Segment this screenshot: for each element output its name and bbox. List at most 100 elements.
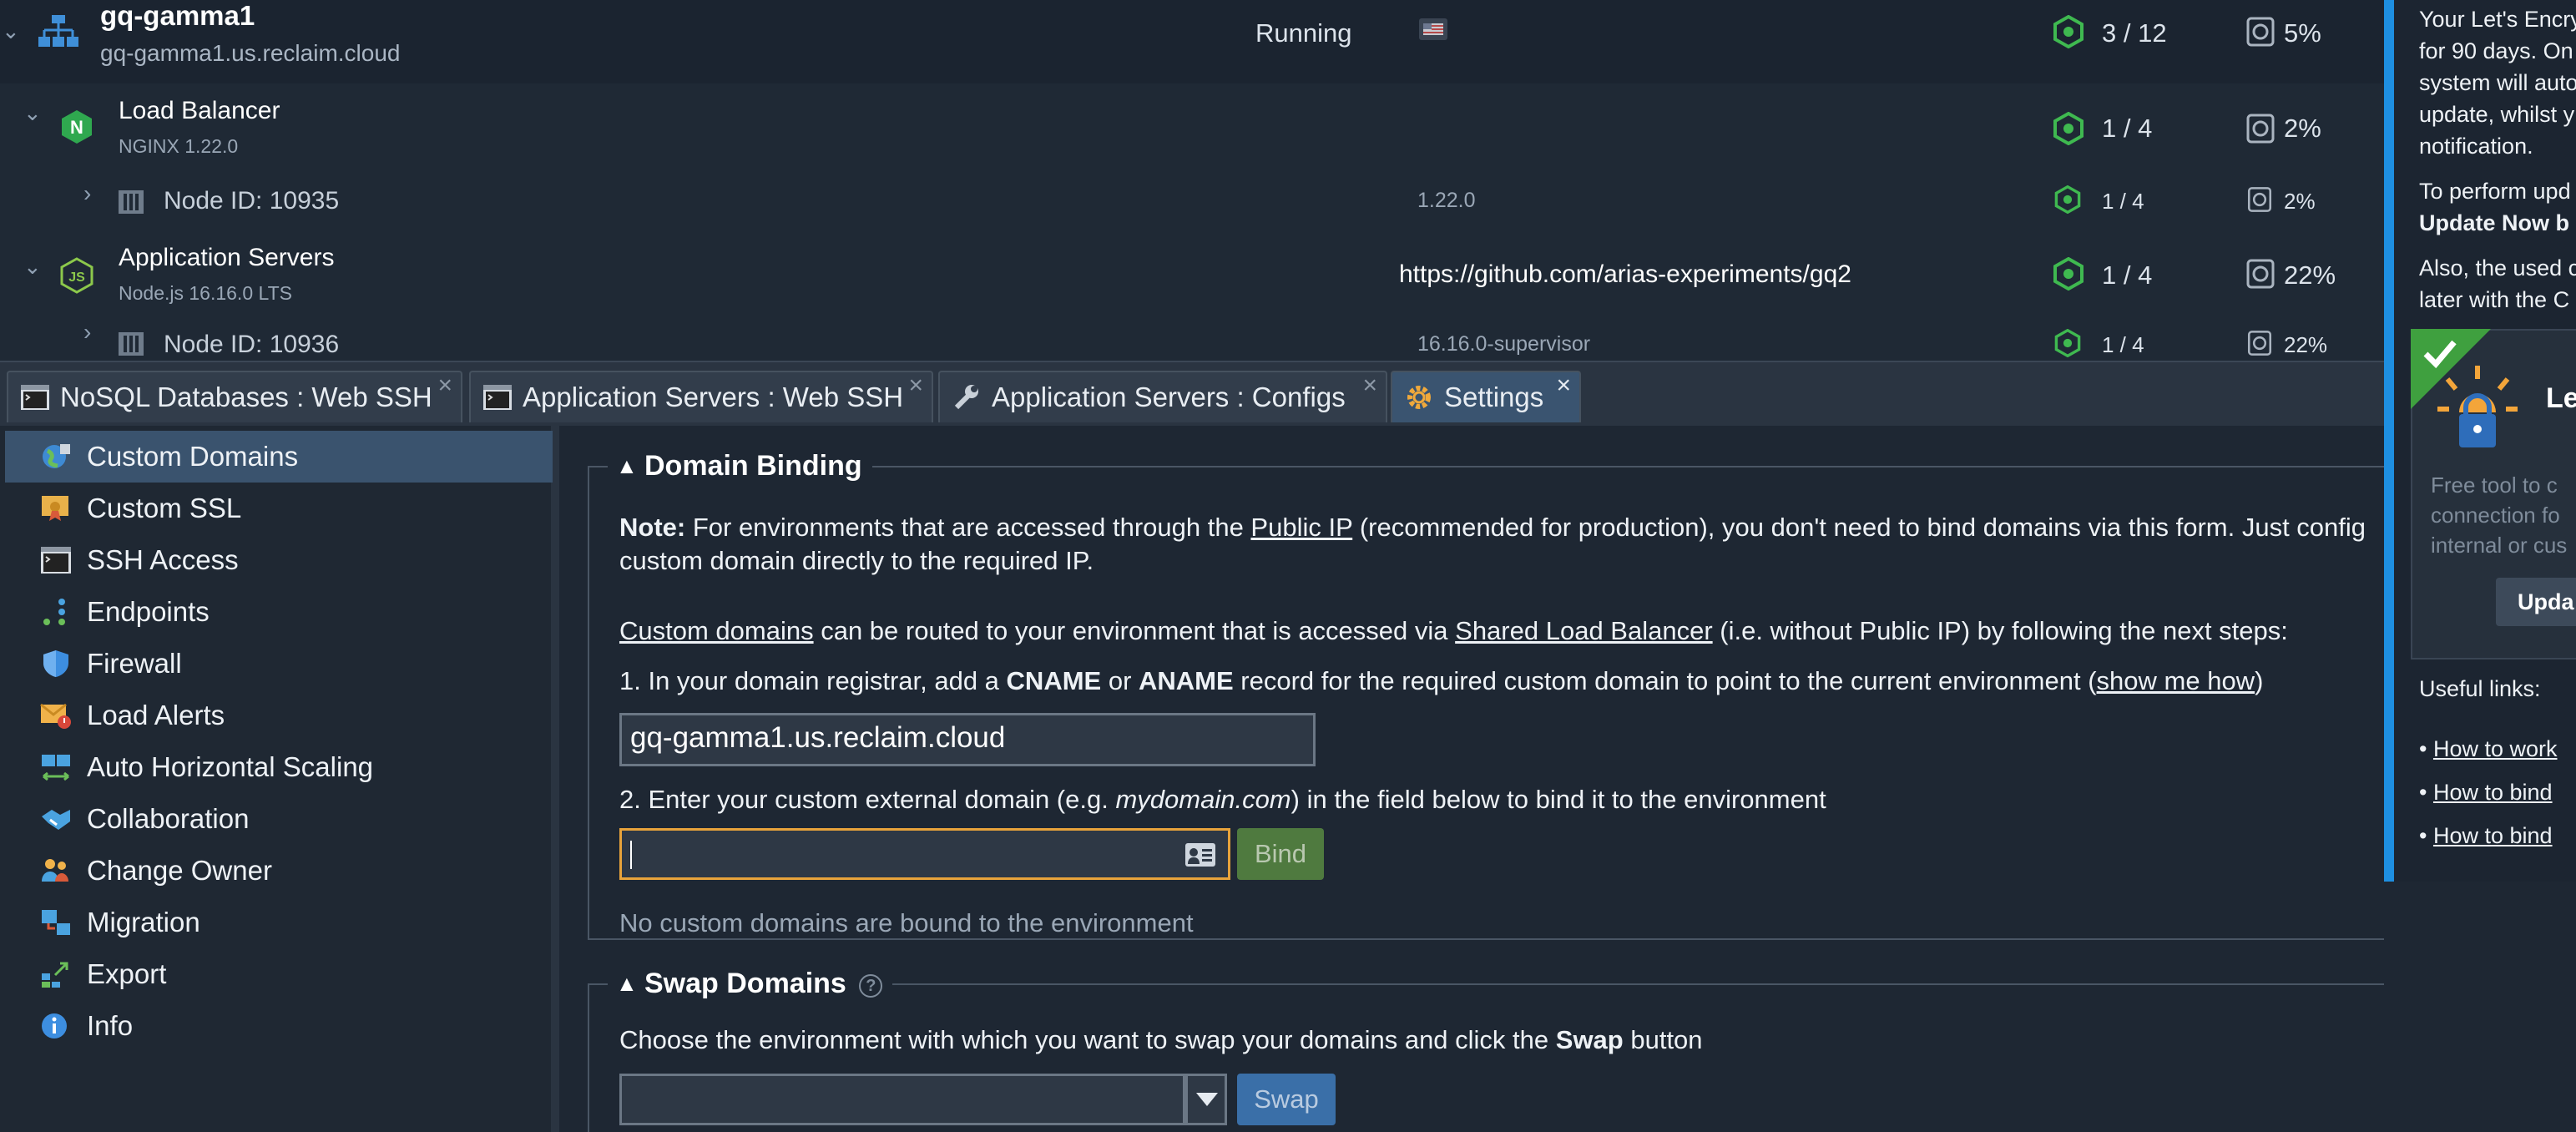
contact-card-icon[interactable] — [1184, 842, 1216, 867]
collapse-triangle-icon[interactable]: ▲ — [616, 967, 638, 1000]
close-icon[interactable]: × — [908, 361, 923, 411]
useful-link[interactable]: • How to bind — [2419, 776, 2576, 808]
disk-icon — [2246, 259, 2275, 289]
node-server-icon — [119, 332, 144, 356]
disk-icon — [2246, 114, 2275, 144]
alert-mail-icon — [40, 703, 71, 729]
node-row[interactable]: › Node ID: 10936 16.16.0-supervisor 1 / … — [0, 319, 2386, 361]
card-text: Free tool to c — [2431, 473, 2558, 498]
chevron-down-icon[interactable]: ⌄ — [23, 100, 42, 126]
step2-text: 2. Enter your custom external domain (e.… — [619, 785, 1826, 814]
sidebar-item-export[interactable]: Export — [5, 948, 553, 1000]
sidebar-item-collaboration[interactable]: Collaboration — [5, 793, 553, 845]
info-line: later with the C — [2419, 287, 2570, 312]
migration-icon — [42, 910, 70, 935]
sidebar-item-endpoints[interactable]: Endpoints — [5, 586, 553, 638]
tab-label: NoSQL Databases : Web SSH — [60, 382, 432, 412]
sidebar-item-label: Migration — [87, 907, 200, 937]
swap-domains-header[interactable]: ▲ Swap Domains ? — [608, 967, 893, 1000]
env-domain-link[interactable]: gq-gamma1.us.reclaim.cloud — [100, 40, 401, 67]
domain-binding-header[interactable]: ▲ Domain Binding — [608, 449, 872, 483]
env-row[interactable]: ⌄ gq-gamma1 gq-gamma1.us.reclaim.cloud R… — [0, 0, 2386, 83]
sidebar-item-custom-domains[interactable]: Custom Domains — [5, 431, 553, 483]
node-server-icon — [119, 190, 144, 214]
sidebar-item-ssh-access[interactable]: SSH Access — [5, 534, 553, 586]
select-dropdown-button[interactable] — [1185, 1074, 1227, 1125]
node-row[interactable]: › Node ID: 10935 1.22.0 1 / 4 2% — [0, 165, 2386, 237]
routing-paragraph: Custom domains can be routed to your env… — [619, 616, 2288, 645]
swap-button[interactable]: Swap — [1237, 1074, 1336, 1125]
close-icon[interactable]: × — [1362, 361, 1377, 411]
node-id[interactable]: Node ID: 10936 — [164, 331, 339, 359]
tab-app-servers-web-ssh[interactable]: Application Servers : Web SSH × — [469, 371, 933, 422]
useful-link[interactable]: • How to bind — [2419, 820, 2576, 852]
sidebar-item-load-alerts[interactable]: Load Alerts — [5, 690, 553, 741]
text-cursor — [630, 841, 632, 869]
sidebar-item-change-owner[interactable]: Change Owner — [5, 845, 553, 897]
env-nodes-count: 3 / 12 — [2102, 18, 2167, 48]
bind-button[interactable]: Bind — [1237, 828, 1324, 880]
lb-nodes-count: 1 / 4 — [2102, 114, 2153, 143]
env-domain-field[interactable]: gq-gamma1.us.reclaim.cloud — [619, 713, 1316, 766]
load-balancer-row[interactable]: ⌄ N Load Balancer NGINX 1.22.0 1 / 4 2% — [0, 83, 2386, 165]
info-line: Also, the used c — [2419, 255, 2576, 280]
nodes-hex-icon — [2053, 112, 2084, 145]
custom-domains-link[interactable]: Custom domains — [619, 616, 814, 645]
disk-icon — [2247, 187, 2272, 212]
useful-link[interactable]: • How to work — [2419, 733, 2576, 765]
chevron-down-icon[interactable]: ⌄ — [23, 254, 42, 280]
collapse-triangle-icon[interactable]: ▲ — [616, 449, 638, 483]
app-servers-row[interactable]: ⌄ JS Application Servers Node.js 16.16.0… — [0, 237, 2386, 319]
card-text: internal or cus — [2431, 533, 2568, 558]
close-icon[interactable]: × — [1556, 361, 1571, 411]
tab-bar: NoSQL Databases : Web SSH × Application … — [0, 361, 2384, 426]
node-disk-usage: 2% — [2284, 189, 2316, 214]
swap-instructions: Choose the environment with which you wa… — [619, 1025, 1703, 1054]
close-icon[interactable]: × — [437, 361, 452, 411]
as-nodes-count: 1 / 4 — [2102, 260, 2153, 290]
environment-tree: ⌄ gq-gamma1 gq-gamma1.us.reclaim.cloud R… — [0, 0, 2386, 361]
sidebar-item-custom-ssl[interactable]: Custom SSL — [5, 483, 553, 534]
terminal-icon — [483, 385, 512, 410]
sidebar-item-firewall[interactable]: Firewall — [5, 638, 553, 690]
chevron-right-icon[interactable]: › — [83, 319, 91, 346]
info-line: system will auto — [2419, 70, 2576, 95]
info-icon — [42, 1013, 67, 1039]
shared-load-balancer-link[interactable]: Shared Load Balancer — [1455, 616, 1713, 645]
sidebar-item-migration[interactable]: Migration — [5, 897, 553, 948]
show-me-how-link[interactable]: show me how — [2097, 666, 2255, 695]
section-title: Domain Binding — [644, 450, 862, 482]
sidebar-item-label: Info — [87, 1010, 134, 1041]
sidebar-item-label: SSH Access — [87, 544, 239, 575]
lb-version: NGINX 1.22.0 — [119, 135, 239, 157]
chevron-right-icon[interactable]: › — [83, 180, 91, 207]
tab-label: Application Servers : Configs — [992, 382, 1346, 412]
node-count: 1 / 4 — [2102, 189, 2144, 214]
note-paragraph-cont: custom domain directly to the required I… — [619, 546, 1094, 575]
sidebar-item-auto-horizontal-scaling[interactable]: Auto Horizontal Scaling — [5, 741, 553, 793]
custom-domain-input[interactable] — [619, 828, 1230, 880]
sidebar-item-label: Custom Domains — [87, 441, 299, 472]
tab-nosql-web-ssh[interactable]: NoSQL Databases : Web SSH × — [7, 371, 462, 422]
handshake-icon — [42, 810, 70, 830]
terminal-icon — [41, 547, 71, 574]
public-ip-link[interactable]: Public IP — [1250, 513, 1352, 542]
nodes-hex-icon — [2053, 15, 2084, 48]
nodes-hex-icon — [2053, 257, 2084, 291]
node-id[interactable]: Node ID: 10935 — [164, 187, 339, 215]
sidebar-item-label: Custom SSL — [87, 493, 242, 523]
help-icon[interactable]: ? — [859, 974, 883, 998]
env-name[interactable]: gq-gamma1 — [100, 0, 255, 32]
letsencrypt-card: Le Free tool to c connection fo internal… — [2411, 329, 2576, 659]
tab-settings[interactable]: Settings × — [1391, 371, 1581, 422]
sidebar-item-label: Change Owner — [87, 855, 272, 886]
env-select[interactable] — [619, 1074, 1185, 1125]
as-name: Application Servers — [119, 244, 335, 271]
git-repo-link[interactable]: https://github.com/arias-experiments/gq2 — [1399, 260, 1851, 289]
disk-icon — [2246, 17, 2275, 47]
update-now-button[interactable]: Upda — [2496, 578, 2576, 626]
info-line: Your Let's Encry — [2419, 7, 2576, 32]
chevron-down-icon[interactable]: ⌄ — [2, 18, 20, 44]
tab-app-servers-configs[interactable]: Application Servers : Configs × — [938, 371, 1387, 422]
sidebar-item-info[interactable]: Info — [5, 1000, 553, 1052]
